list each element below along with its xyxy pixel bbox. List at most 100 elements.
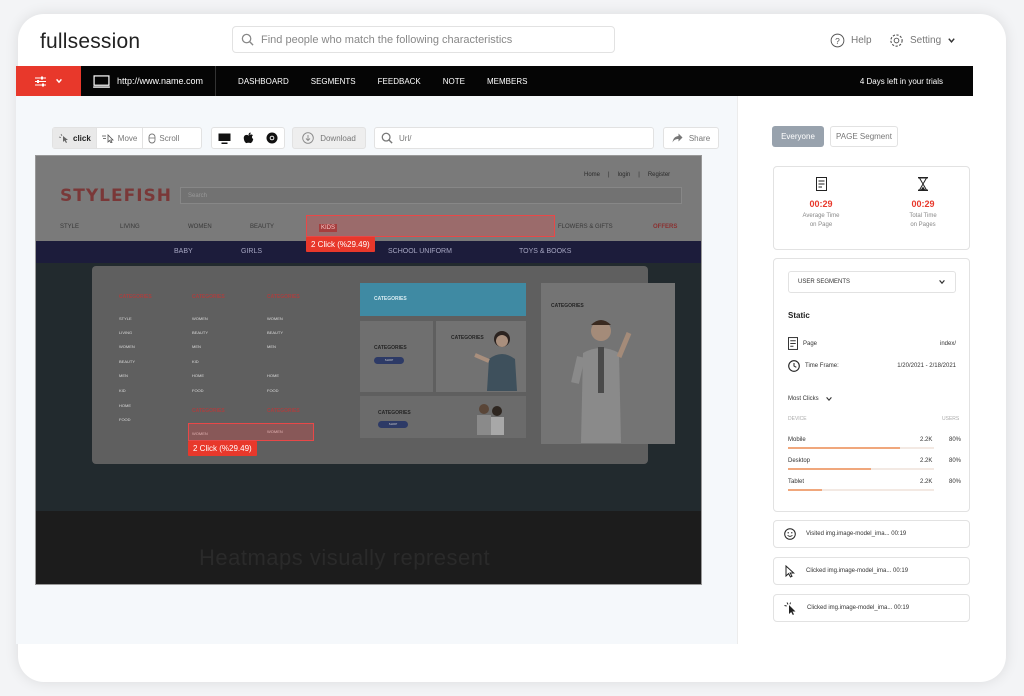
- chevron-down-icon: [56, 78, 62, 84]
- chrome-icon[interactable]: [266, 132, 278, 144]
- click-highlight[interactable]: [188, 423, 314, 441]
- category-item[interactable]: BEAUTY: [119, 359, 135, 364]
- mega-menu: CATEGORIES CATEGORIES CATEGORIES STYLE L…: [92, 266, 675, 464]
- nav-members[interactable]: MEMBERS: [487, 77, 527, 86]
- subnav-baby[interactable]: BABY: [174, 248, 193, 255]
- document-icon: [788, 337, 798, 350]
- tab-everyone[interactable]: Everyone: [772, 126, 824, 147]
- activity-item[interactable]: Visited img.image-model_ima... 00:19: [773, 520, 970, 548]
- cursor-icon: [785, 564, 795, 578]
- site-nav-beauty[interactable]: BEAUTY: [250, 224, 274, 230]
- people-search-input[interactable]: Find people who match the following char…: [232, 26, 615, 53]
- setting-button[interactable]: Setting: [889, 33, 956, 48]
- user-segments-select[interactable]: USER SEGMENTS: [788, 271, 956, 293]
- nav-feedback[interactable]: FEEDBACK: [378, 77, 421, 86]
- nav-note[interactable]: NOTE: [443, 77, 465, 86]
- click-count-badge: 2 Click (%29.49): [306, 237, 375, 252]
- site-nav-style[interactable]: STYLE: [60, 224, 79, 230]
- device-name: Desktop: [788, 458, 811, 464]
- url-filter-input[interactable]: Url/: [374, 127, 654, 149]
- most-clicks-label: Most Clicks: [788, 396, 819, 402]
- click-highlight[interactable]: [306, 215, 555, 237]
- activity-item[interactable]: Clicked img.image-model_ima... 00:19: [773, 594, 970, 622]
- total-time-label: Total Time on Pages: [883, 212, 963, 230]
- category-item[interactable]: LIVING: [119, 330, 132, 335]
- desktop-icon[interactable]: [218, 133, 231, 144]
- activity-item[interactable]: Clicked img.image-model_ima... 00:19: [773, 557, 970, 585]
- promo-card-banner[interactable]: CATEGORIES: [360, 283, 526, 316]
- menu-toggle[interactable]: [16, 66, 81, 96]
- promo-card-wide[interactable]: CATEGORIES SHOP: [360, 396, 526, 438]
- site-nav-offers[interactable]: OFFERS: [653, 224, 677, 230]
- logo[interactable]: fullsession: [40, 30, 140, 54]
- share-icon: [672, 133, 683, 143]
- apple-icon[interactable]: [243, 132, 254, 144]
- device-percent: 80%: [949, 458, 962, 464]
- activity-text: Visited img.image-model_ima... 00:19: [806, 531, 907, 537]
- category-item[interactable]: BEAUTY: [267, 330, 283, 335]
- site-logo: STYLEFISH: [60, 186, 173, 206]
- tab-page-segment[interactable]: PAGE Segment: [830, 126, 898, 147]
- usage-bar: [788, 468, 871, 470]
- mouse-icon: [148, 133, 156, 143]
- share-button[interactable]: Share: [663, 127, 719, 149]
- heatmap-view[interactable]: Home | login | Register STYLEFISH Search…: [35, 155, 702, 585]
- category-item[interactable]: HOME: [119, 403, 131, 408]
- promo-card-label: CATEGORIES: [378, 410, 411, 416]
- usage-bar: [788, 489, 822, 491]
- category-item[interactable]: HOME: [267, 373, 279, 378]
- promo-card-button[interactable]: SHOP: [374, 357, 404, 364]
- site-nav-flowers[interactable]: FLOWERS & GIFTS: [558, 224, 613, 230]
- site-search-placeholder: Search: [188, 193, 208, 199]
- category-item[interactable]: MEN: [267, 344, 276, 349]
- help-button[interactable]: ? Help: [830, 33, 872, 48]
- promo-card-tall[interactable]: CATEGORIES: [541, 283, 675, 444]
- site-home-link[interactable]: Home: [584, 172, 600, 178]
- category-item[interactable]: FOOD: [267, 388, 279, 393]
- download-button[interactable]: Download: [292, 127, 366, 149]
- chevron-down-icon: [939, 280, 945, 285]
- site-register-link[interactable]: Register: [648, 172, 670, 178]
- category-item[interactable]: BEAUTY: [192, 330, 208, 335]
- category-item[interactable]: STYLE: [119, 316, 132, 321]
- page-row: Page index/: [788, 337, 956, 350]
- category-item[interactable]: FOOD: [192, 388, 204, 393]
- category-item[interactable]: HOME: [192, 373, 204, 378]
- nav-dashboard[interactable]: DASHBOARD: [238, 77, 289, 86]
- download-icon: [302, 132, 314, 144]
- total-time-label-line1: Total Time: [909, 213, 937, 219]
- category-item[interactable]: WOMEN: [119, 344, 135, 349]
- site-url[interactable]: http://www.name.com: [81, 66, 217, 96]
- promo-card-label: CATEGORIES: [374, 296, 407, 302]
- category-item[interactable]: WOMEN: [192, 316, 208, 321]
- site-nav-living[interactable]: LIVING: [120, 224, 140, 230]
- device-filter-group: [211, 127, 285, 149]
- subnav-girls[interactable]: GIRLS: [241, 248, 262, 255]
- page-value: index/: [939, 340, 956, 347]
- site-url-label: http://www.name.com: [117, 76, 204, 86]
- category-item[interactable]: FOOD: [119, 417, 131, 422]
- most-clicks-dropdown[interactable]: Most Clicks: [788, 395, 956, 403]
- time-frame-label: Time Frame:: [805, 363, 839, 369]
- category-item[interactable]: KID: [192, 359, 199, 364]
- model-photo-kids: [477, 404, 504, 435]
- subnav-school-uniform[interactable]: SCHOOL UNIFORM: [388, 248, 452, 255]
- scroll-mode-button[interactable]: Scroll: [142, 128, 184, 148]
- avg-time-stat: 00:29 Average Time on Page: [781, 177, 861, 230]
- nav-segments[interactable]: SEGMENTS: [311, 77, 356, 86]
- subnav-toys-books[interactable]: TOYS & BOOKS: [519, 248, 571, 255]
- category-item[interactable]: MEN: [192, 344, 201, 349]
- site-search-input[interactable]: Search: [180, 187, 682, 204]
- time-frame-value[interactable]: 1/20/2021 - 2/18/2021: [897, 363, 956, 369]
- category-item[interactable]: WOMEN: [267, 316, 283, 321]
- click-mode-button[interactable]: click: [53, 128, 96, 148]
- site-nav-women[interactable]: WOMEN: [188, 224, 212, 230]
- move-mode-button[interactable]: Move: [95, 128, 143, 148]
- category-item[interactable]: MEN: [119, 373, 128, 378]
- promo-card[interactable]: CATEGORIES SHOP: [360, 321, 433, 392]
- promo-card[interactable]: CATEGORIES: [436, 321, 526, 392]
- site-login-link[interactable]: login: [618, 172, 631, 178]
- promo-card-button[interactable]: SHOP: [378, 421, 408, 428]
- category-item[interactable]: KID: [119, 388, 126, 393]
- category-heading: CATEGORIES: [119, 294, 152, 300]
